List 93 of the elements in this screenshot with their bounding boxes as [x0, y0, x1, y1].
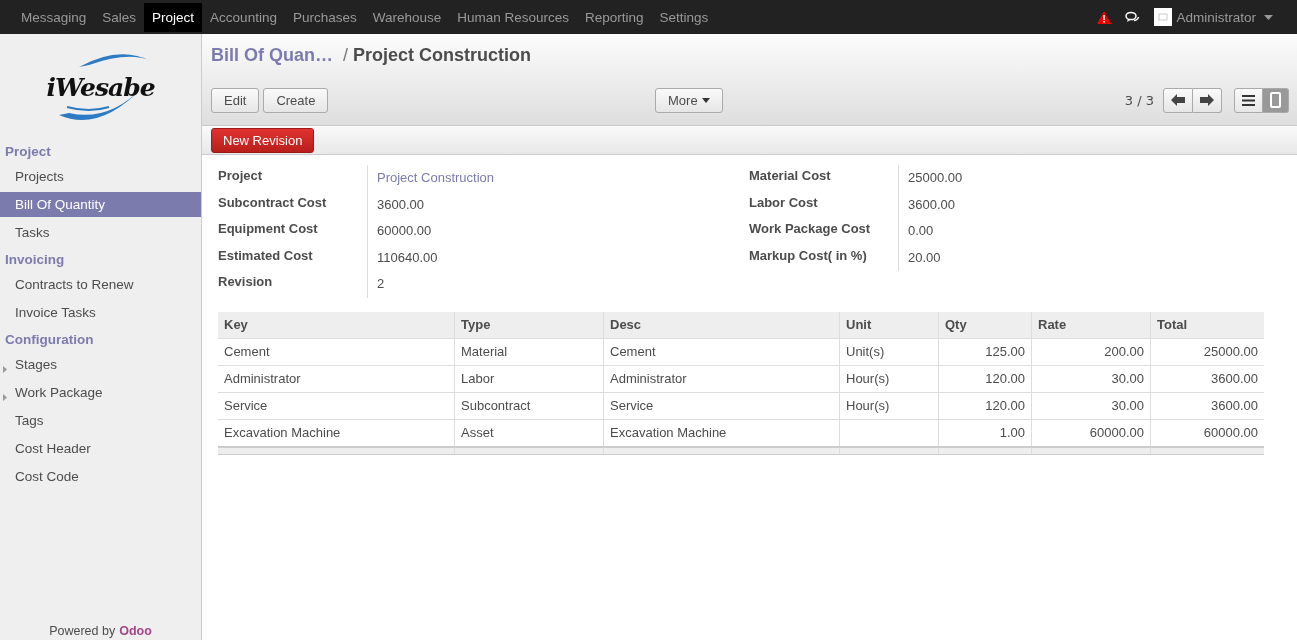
menu-item[interactable]: Human Resources [449, 2, 578, 32]
field-label: Equipment Cost [218, 218, 368, 245]
sidebar-item[interactable]: Contracts to Renew [0, 272, 201, 297]
toolbar-button[interactable]: Edit [211, 87, 260, 113]
table-cell: Material [454, 338, 604, 365]
menu-item[interactable]: Purchases [284, 2, 365, 32]
column-header[interactable]: Rate [1031, 311, 1151, 338]
table-cell: Labor [454, 365, 604, 392]
table-cell: Cement [218, 338, 455, 365]
field-link[interactable]: Project Construction [368, 165, 504, 192]
table-cell: Service [603, 392, 840, 419]
section-heading: Configuration [4, 331, 95, 349]
field-label: Project [218, 165, 368, 192]
table-cell: 120.00 [938, 365, 1032, 392]
user-menu[interactable]: Administrator [1154, 8, 1273, 26]
field-label: Material Cost [749, 165, 899, 192]
table-cell: 125.00 [938, 338, 1032, 365]
column-header[interactable]: Total [1150, 311, 1264, 338]
field-value: 110640.00 [376, 248, 439, 267]
more-button[interactable]: More [655, 87, 723, 113]
menu-item[interactable]: Reporting [577, 2, 652, 32]
menu-item[interactable]: Accounting [202, 2, 285, 32]
toolbar-button[interactable]: Create [263, 87, 329, 113]
sidebar-item[interactable]: Projects [0, 164, 201, 189]
menu-item[interactable]: Messaging [13, 2, 95, 32]
field-value: 3600.00 [907, 195, 956, 214]
sidebar-item[interactable]: Bill Of Quantity [0, 192, 201, 217]
table-cell: Hour(s) [839, 392, 939, 419]
table-cell: Subcontract [454, 392, 604, 419]
breadcrumb-link[interactable]: Bill Of Quan… [211, 45, 333, 66]
menu-item[interactable]: Project [144, 2, 203, 32]
table-cell: Administrator [603, 365, 840, 392]
warning-icon[interactable] [1097, 10, 1112, 24]
field-label: Revision [218, 271, 368, 298]
column-header[interactable]: Unit [839, 311, 939, 338]
section-heading: Project [4, 143, 52, 161]
menu-item[interactable]: Warehouse [364, 2, 450, 32]
caret-icon [1264, 14, 1273, 20]
sidebar-item[interactable]: Cost Header [0, 436, 201, 461]
list-view-button[interactable] [1234, 87, 1263, 113]
field-label: Markup Cost( in %) [749, 244, 899, 271]
field-value: 20.00 [907, 248, 942, 267]
field-label: Labor Cost [749, 191, 899, 218]
avatar-icon [1154, 8, 1173, 26]
brand-link[interactable]: Odoo [119, 624, 152, 638]
new-revision-button[interactable]: New Revision [211, 127, 315, 153]
pager-count: 3 / 3 [1124, 92, 1154, 108]
table-cell: 120.00 [938, 392, 1032, 419]
field-value: 2 [376, 275, 386, 293]
form-icon [1270, 92, 1281, 108]
arrow-right-icon [1200, 94, 1214, 106]
column-header[interactable]: Qty [938, 311, 1032, 338]
menu-item[interactable]: Settings [651, 2, 717, 32]
user-name: Administrator [1176, 9, 1256, 25]
sidebar-item[interactable]: Invoice Tasks [0, 300, 201, 325]
field-value: 3600.00 [376, 195, 425, 214]
table-cell: Hour(s) [839, 365, 939, 392]
sidebar-item[interactable]: Cost Code [0, 464, 201, 489]
table-cell: Cement [603, 338, 840, 365]
sidebar-item[interactable]: Tags [0, 408, 201, 433]
field-label: Subcontract Cost [218, 191, 368, 218]
logo: iWesabe [38, 47, 163, 127]
arrow-left-icon [1171, 94, 1185, 106]
column-header[interactable]: Desc [603, 311, 840, 338]
section-heading: Invoicing [4, 251, 66, 269]
sidebar-item[interactable]: Stages [0, 352, 201, 377]
menu-item[interactable]: Sales [94, 2, 145, 32]
table-cell: Service [218, 392, 455, 419]
sidebar-item[interactable]: Work Package [0, 380, 201, 405]
breadcrumb-current: Project Construction [353, 45, 532, 66]
table-cell: 30.00 [1031, 392, 1151, 419]
field-value: 60000.00 [376, 222, 433, 240]
table-cell: 3600.00 [1150, 392, 1264, 419]
footer-text: Powered by [49, 624, 116, 638]
column-header[interactable]: Key [218, 311, 455, 338]
list-icon [1242, 94, 1255, 106]
chat-icon[interactable] [1125, 11, 1141, 23]
field-label: Estimated Cost [218, 244, 368, 271]
next-button[interactable] [1193, 87, 1222, 113]
table-cell: 3600.00 [1150, 365, 1264, 392]
caret-icon [701, 97, 710, 103]
column-header[interactable]: Type [454, 311, 604, 338]
table-cell: Unit(s) [839, 338, 939, 365]
table-cell: 25000.00 [1150, 338, 1264, 365]
table-cell: 200.00 [1031, 338, 1151, 365]
field-value: 0.00 [907, 222, 935, 240]
previous-button[interactable] [1163, 87, 1193, 113]
breadcrumb-separator: / [343, 45, 349, 66]
table-cell: Administrator [218, 365, 455, 392]
field-label: Work Package Cost [749, 218, 899, 245]
table-cell: 30.00 [1031, 365, 1151, 392]
sidebar-item[interactable]: Tasks [0, 220, 201, 245]
field-value: 25000.00 [907, 169, 964, 187]
